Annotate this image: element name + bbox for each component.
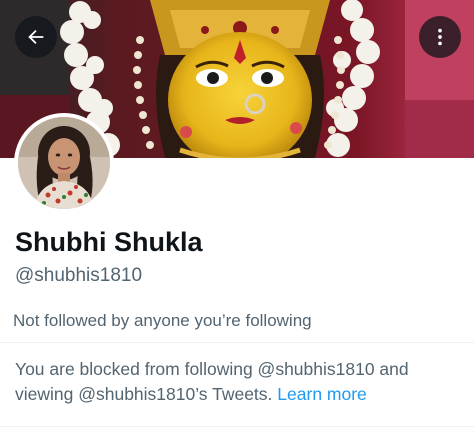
user-handle: @shubhis1810 (15, 265, 143, 286)
bottom-divider (0, 426, 474, 427)
display-name: Shubhi Shukla (15, 227, 203, 257)
more-options-button[interactable] (419, 16, 461, 58)
blocked-notice: You are blocked from following @shubhis1… (15, 357, 465, 407)
section-divider (0, 342, 474, 343)
arrow-left-icon (28, 29, 44, 45)
followers-you-know-note[interactable]: Not followed by anyone you’re following (13, 311, 312, 331)
profile-screen: Shubhi Shukla @shubhis1810 Not followed … (0, 0, 474, 429)
learn-more-link[interactable]: Learn more (277, 384, 367, 404)
profile-avatar[interactable] (14, 113, 114, 213)
avatar-image (18, 117, 110, 209)
back-button[interactable] (15, 16, 57, 58)
more-vertical-icon (438, 28, 442, 46)
